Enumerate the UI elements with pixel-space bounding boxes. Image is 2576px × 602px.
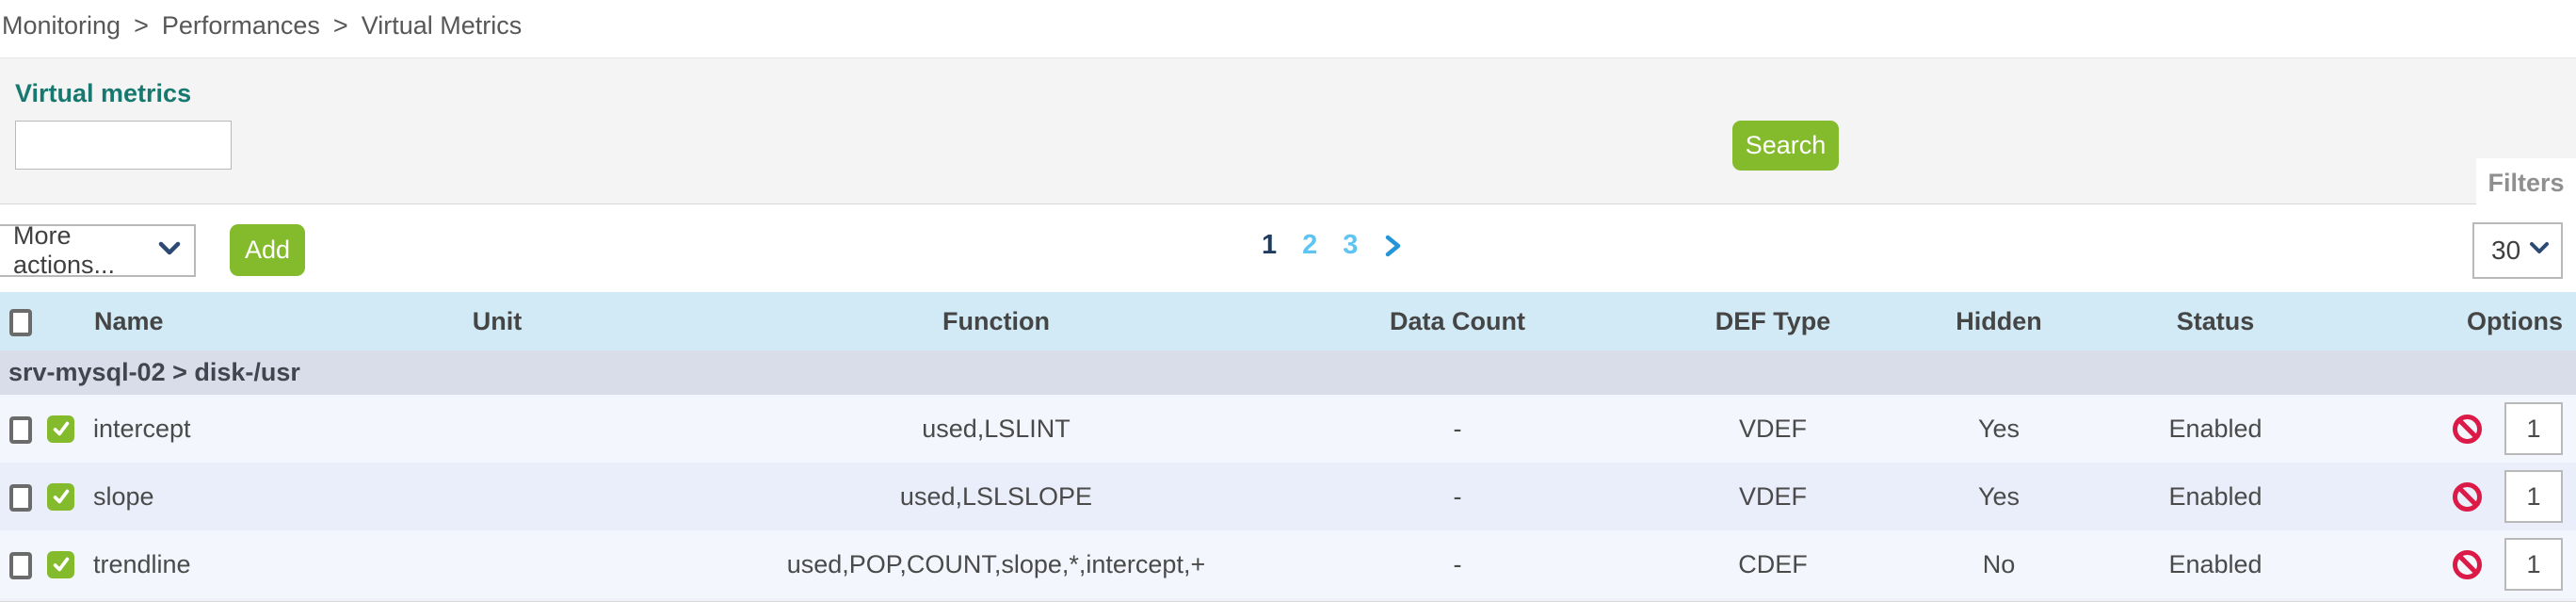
cell-status: Enabled [2107, 415, 2324, 444]
table-bottom-edge [0, 598, 2576, 602]
cell-status: Enabled [2107, 550, 2324, 579]
column-header-unit: Unit [262, 307, 733, 336]
column-header-hidden: Hidden [1891, 307, 2107, 336]
cell-def-type: VDEF [1655, 482, 1891, 512]
cell-hidden: No [1891, 550, 2107, 579]
cell-function: used,LSLINT [733, 415, 1260, 444]
chevron-down-icon [158, 241, 181, 261]
metric-name[interactable]: trendline [93, 550, 191, 579]
table-row: intercept used,LSLINT - VDEF Yes Enabled [0, 395, 2576, 463]
search-input[interactable] [15, 121, 232, 170]
more-actions-label: More actions... [13, 221, 158, 280]
group-header-label: srv-mysql-02 > disk-/usr [8, 358, 300, 387]
cell-data-count: - [1260, 482, 1655, 512]
cell-def-type: CDEF [1655, 550, 1891, 579]
duplicate-count-input[interactable] [2504, 402, 2563, 455]
forbidden-icon [2453, 415, 2482, 444]
duplicate-count-input[interactable] [2504, 470, 2563, 523]
cell-function: used,LSLSLOPE [733, 482, 1260, 512]
metric-name[interactable]: slope [93, 482, 154, 512]
cell-status: Enabled [2107, 482, 2324, 512]
group-header-row: srv-mysql-02 > disk-/usr [0, 350, 2576, 395]
breadcrumb-item-monitoring[interactable]: Monitoring [2, 11, 121, 41]
pagination-page-2[interactable]: 2 [1302, 230, 1317, 261]
table-row: trendline used,POP,COUNT,slope,*,interce… [0, 530, 2576, 598]
breadcrumb-item-virtual-metrics[interactable]: Virtual Metrics [362, 11, 523, 41]
forbidden-icon [2453, 550, 2482, 579]
breadcrumb-separator: > [134, 11, 149, 41]
virtual-metrics-table: Name Unit Function Data Count DEF Type H… [0, 292, 2576, 602]
breadcrumb-item-performances[interactable]: Performances [162, 11, 320, 41]
breadcrumb-separator: > [333, 11, 348, 41]
cell-data-count: - [1260, 415, 1655, 444]
duplicate-count-input[interactable] [2504, 538, 2563, 591]
column-header-function: Function [733, 307, 1260, 336]
filter-panel: Virtual metrics Search [0, 57, 2576, 204]
chevron-down-icon [2529, 241, 2550, 260]
chevron-right-icon[interactable] [1383, 233, 1404, 259]
column-header-def-type: DEF Type [1655, 307, 1891, 336]
page-size-select[interactable]: 30 [2472, 222, 2563, 279]
table-header-row: Name Unit Function Data Count DEF Type H… [0, 292, 2576, 350]
select-all-checkbox[interactable] [9, 309, 32, 336]
page-title: Virtual metrics [15, 79, 191, 108]
cell-hidden: Yes [1891, 482, 2107, 512]
filters-tab[interactable]: Filters [2476, 158, 2576, 207]
pagination-page-3[interactable]: 3 [1343, 230, 1358, 261]
virtual-metrics-page: Monitoring > Performances > Virtual Metr… [0, 0, 2576, 602]
search-button[interactable]: Search [1732, 121, 1839, 171]
more-actions-select[interactable]: More actions... [0, 224, 196, 277]
metric-enabled-checkbox[interactable] [47, 483, 74, 511]
table-row: slope used,LSLSLOPE - VDEF Yes Enabled [0, 463, 2576, 530]
cell-function: used,POP,COUNT,slope,*,intercept,+ [733, 550, 1260, 579]
metric-enabled-checkbox[interactable] [47, 551, 74, 578]
column-header-status: Status [2107, 307, 2324, 336]
pagination: 1 2 3 [1262, 230, 1404, 261]
row-select-checkbox[interactable] [9, 416, 32, 444]
cell-data-count: - [1260, 550, 1655, 579]
breadcrumb: Monitoring > Performances > Virtual Metr… [2, 11, 522, 41]
metric-name[interactable]: intercept [93, 415, 191, 444]
row-select-checkbox[interactable] [9, 552, 32, 579]
metric-enabled-checkbox[interactable] [47, 415, 74, 443]
cell-hidden: Yes [1891, 415, 2107, 444]
forbidden-icon [2453, 482, 2482, 512]
column-header-options: Options [2324, 307, 2576, 336]
pagination-page-1[interactable]: 1 [1262, 230, 1277, 261]
row-select-checkbox[interactable] [9, 484, 32, 512]
column-header-name: Name [94, 307, 164, 335]
page-size-value: 30 [2491, 236, 2529, 266]
column-header-data-count: Data Count [1260, 307, 1655, 336]
add-button[interactable]: Add [230, 224, 305, 276]
cell-def-type: VDEF [1655, 415, 1891, 444]
